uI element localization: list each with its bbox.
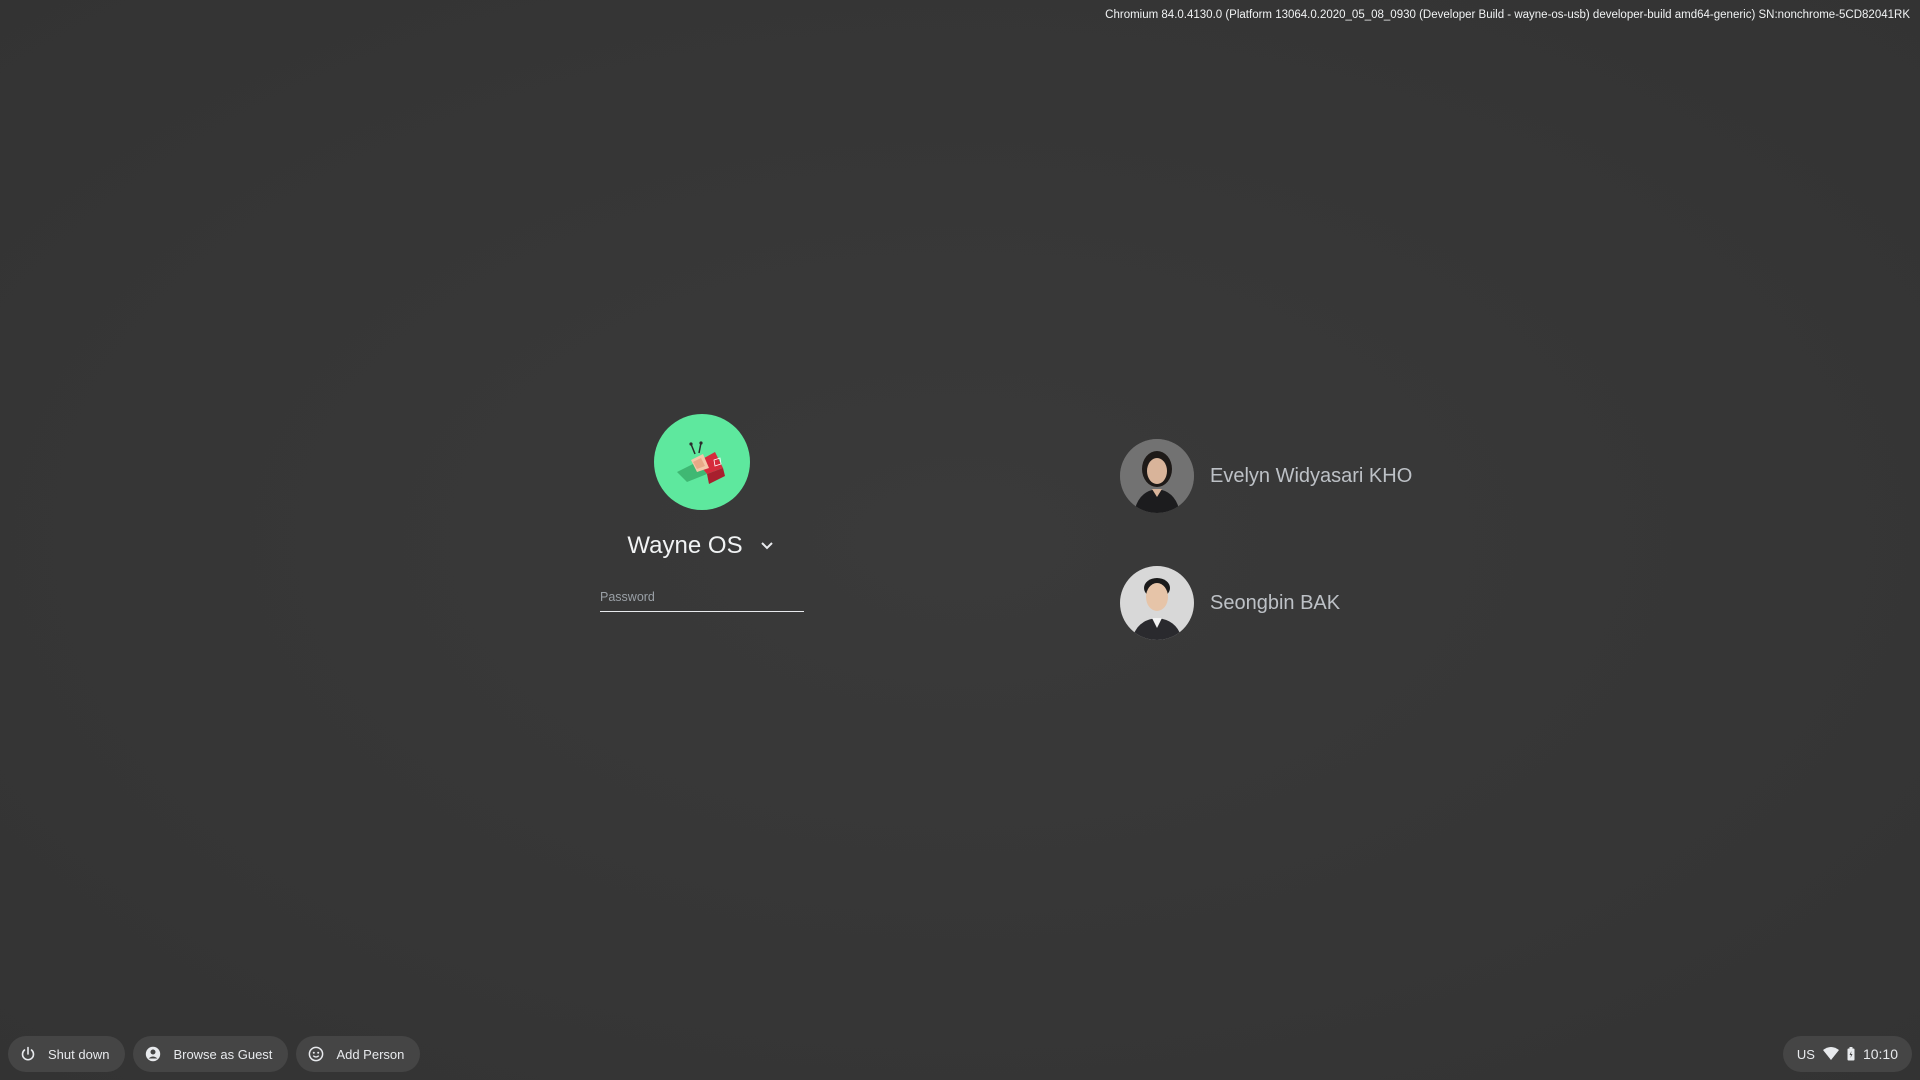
shutdown-label: Shut down [48,1046,110,1062]
user-name: Seongbin BAK [1210,591,1341,614]
wifi-icon [1822,1047,1839,1060]
user-item-seongbin[interactable]: Seongbin BAK [1120,566,1412,640]
user-avatar [1120,439,1194,513]
chevron-down-icon [760,542,773,550]
keyboard-layout: US [1796,1046,1815,1062]
battery-icon [1847,1047,1855,1061]
primary-user-name-row: Wayne OS [627,532,776,560]
browse-as-guest-button[interactable]: Browse as Guest [133,1036,289,1072]
add-person-label: Add Person [336,1046,405,1062]
primary-user-pod: Wayne OS [580,414,824,612]
primary-user-name: Wayne OS [627,532,743,559]
shelf-actions: Shut down Browse as Guest Add Person [8,1036,421,1072]
clock: 10:10 [1862,1046,1898,1062]
status-area[interactable]: US 10:10 [1782,1036,1912,1072]
user-item-evelyn[interactable]: Evelyn Widyasari KHO [1120,439,1412,513]
book-snail-icon [677,441,725,484]
add-person-icon [309,1046,324,1062]
power-icon [21,1046,35,1061]
person-photo-icon [1120,439,1194,513]
user-dropdown-button[interactable] [757,536,777,556]
user-avatar [1120,566,1194,640]
user-list: Evelyn Widyasari KHO Seongbin BAK [1120,439,1412,693]
password-input[interactable] [600,582,804,612]
user-name: Evelyn Widyasari KHO [1210,464,1413,487]
primary-user-avatar[interactable] [654,414,750,510]
shutdown-button[interactable]: Shut down [8,1036,126,1072]
person-photo-icon [1120,566,1194,640]
login-screen: Chromium 84.0.4130.0 (Platform 13064.0.2… [0,0,1920,1080]
version-info: Chromium 84.0.4130.0 (Platform 13064.0.2… [1105,9,1910,21]
guest-label: Browse as Guest [173,1046,273,1062]
guest-icon [146,1046,161,1062]
add-person-button[interactable]: Add Person [296,1036,421,1072]
